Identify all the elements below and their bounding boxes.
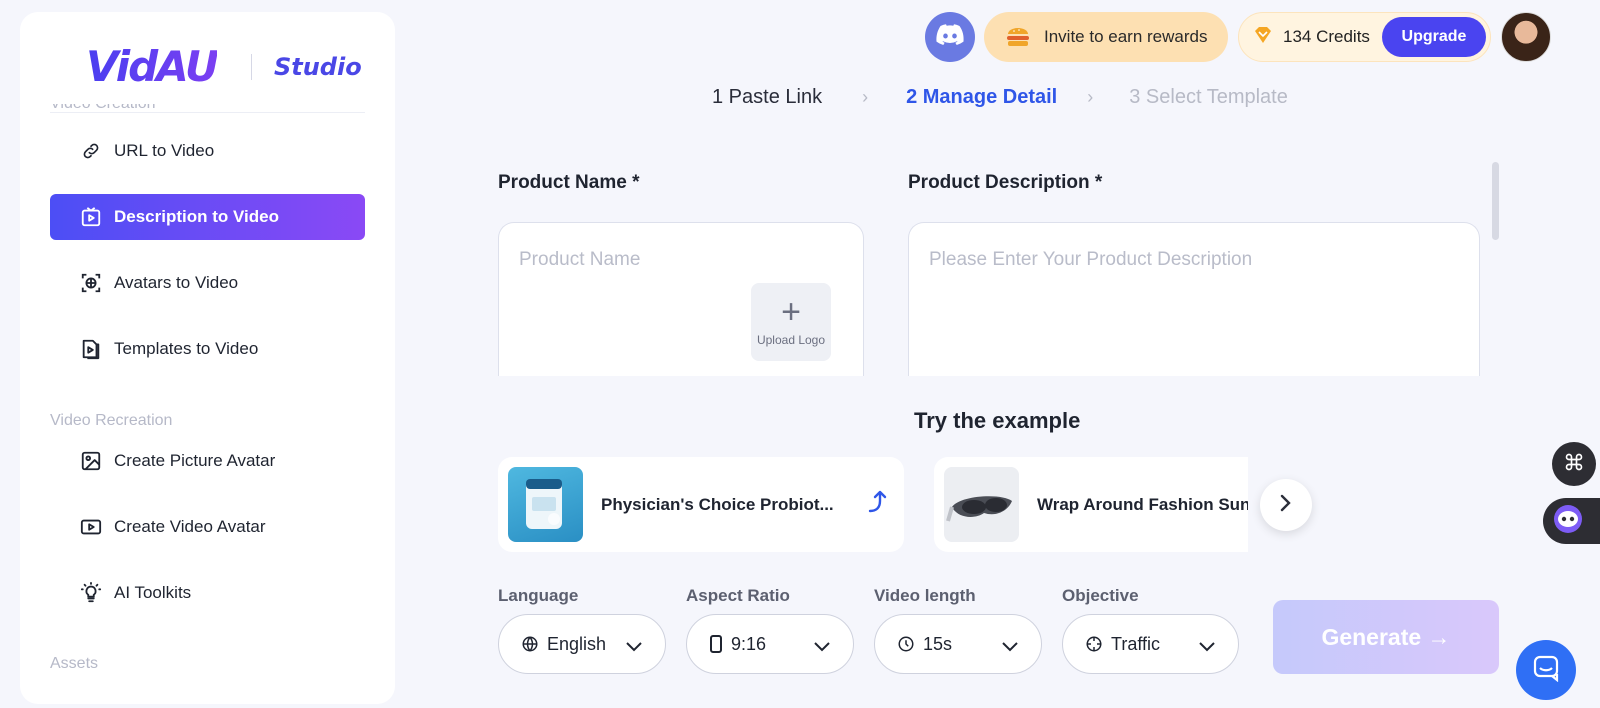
chevron-down-icon xyxy=(813,637,831,658)
phone-portrait-icon xyxy=(709,635,723,653)
section-label-assets: Assets xyxy=(50,655,99,672)
chevron-right-icon: › xyxy=(862,87,869,107)
brand-product: Studio xyxy=(273,52,362,81)
sidebar-item-create-picture-avatar[interactable]: Create Picture Avatar xyxy=(50,438,365,484)
discord-icon xyxy=(936,23,964,51)
sidebar-item-create-video-avatar[interactable]: Create Video Avatar xyxy=(50,504,365,550)
target-icon xyxy=(1085,635,1103,653)
chat-icon xyxy=(1532,654,1560,687)
aspect-ratio-label: Aspect Ratio xyxy=(686,586,790,605)
discord-button[interactable] xyxy=(925,12,975,62)
upload-logo-button[interactable]: + Upload Logo xyxy=(751,283,831,361)
video-length-select[interactable]: 15s xyxy=(874,614,1042,674)
product-name-input[interactable]: Product Name xyxy=(519,249,640,271)
objective-select[interactable]: Traffic xyxy=(1062,614,1239,674)
objective-value: Traffic xyxy=(1111,633,1161,654)
diamond-icon xyxy=(1253,26,1273,49)
sidebar-item-url-to-video[interactable]: URL to Video xyxy=(50,128,365,174)
generate-button[interactable]: Generate → xyxy=(1273,600,1499,674)
sidebar-item-label: AI Toolkits xyxy=(114,583,192,602)
support-chat-button[interactable] xyxy=(1516,640,1576,700)
step-paste-link[interactable]: 1 Paste Link xyxy=(712,86,822,109)
sidebar-item-label: Create Video Avatar xyxy=(114,517,266,536)
apps-menu-button[interactable] xyxy=(1552,442,1596,486)
sidebar-item-label: Avatars to Video xyxy=(114,273,239,292)
sidebar-item-label: Create Picture Avatar xyxy=(114,451,276,470)
avatar-scan-icon xyxy=(80,272,102,294)
chevron-down-icon xyxy=(625,637,643,658)
credits-count: 134 Credits xyxy=(1283,27,1370,46)
section-label-video-recreation: Video Recreation xyxy=(50,412,173,429)
invite-label: Invite to earn rewards xyxy=(1044,27,1208,46)
product-name-label: Product Name * xyxy=(498,172,640,193)
video-description-icon xyxy=(80,206,102,228)
sidebar-item-label: Description to Video xyxy=(114,207,279,226)
product-description-field[interactable]: Please Enter Your Product Description xyxy=(908,222,1480,376)
language-select[interactable]: English xyxy=(498,614,666,674)
image-icon xyxy=(80,450,102,472)
brand-name: VidAU xyxy=(86,42,219,91)
chevron-down-icon xyxy=(1001,637,1019,658)
product-description-label: Product Description * xyxy=(908,172,1103,193)
product-name-field[interactable]: Product Name + Upload Logo xyxy=(498,222,864,376)
credits-pill: 134 Credits Upgrade xyxy=(1238,12,1491,62)
bot-face-icon xyxy=(1553,504,1583,539)
sidebar-item-avatars-to-video[interactable]: Avatars to Video xyxy=(50,260,365,306)
example-carousel: Physician's Choice Probiot... Wrap Aroun… xyxy=(498,457,1248,552)
language-value: English xyxy=(547,633,607,654)
invite-rewards-button[interactable]: Invite to earn rewards xyxy=(984,12,1228,62)
carousel-next-button[interactable] xyxy=(1260,479,1312,531)
example-card[interactable]: Physician's Choice Probiot... xyxy=(498,457,904,552)
sidebar-item-label: Templates to Video xyxy=(114,339,259,358)
example-card[interactable]: Wrap Around Fashion Sunglasses xyxy=(934,457,1248,552)
clock-icon xyxy=(897,635,915,653)
assistant-bot-button[interactable] xyxy=(1543,498,1600,544)
sidebar-item-templates-to-video[interactable]: Templates to Video xyxy=(50,326,365,372)
video-length-value: 15s xyxy=(923,633,953,654)
gift-burger-icon xyxy=(1006,26,1030,48)
sidebar-item-description-to-video[interactable]: Description to Video xyxy=(50,194,365,240)
aspect-ratio-select[interactable]: 9:16 xyxy=(686,614,854,674)
template-icon xyxy=(80,338,102,360)
example-thumbnail xyxy=(508,467,583,542)
divider xyxy=(50,112,365,113)
user-avatar[interactable] xyxy=(1501,12,1551,62)
upgrade-button[interactable]: Upgrade xyxy=(1382,17,1486,57)
plus-icon: + xyxy=(781,293,801,331)
section-label-video-creation: Video Creation xyxy=(50,104,156,116)
globe-icon xyxy=(521,635,539,653)
objective-label: Objective xyxy=(1062,586,1139,605)
example-title: Physician's Choice Probiot... xyxy=(601,494,834,514)
step-progress: 1 Paste Link › 2 Manage Detail › 3 Selec… xyxy=(712,86,1288,109)
logo-separator xyxy=(250,53,252,80)
sidebar-item-ai-toolkits[interactable]: AI Toolkits xyxy=(50,570,365,616)
aspect-ratio-value: 9:16 xyxy=(731,633,767,654)
chevron-right-icon: › xyxy=(1087,87,1094,107)
command-icon xyxy=(1564,452,1584,477)
lightbulb-icon xyxy=(80,582,102,604)
example-thumbnail xyxy=(944,467,1019,542)
sidebar: VidAU Studio Video Creation URL to Video… xyxy=(20,12,395,704)
language-label: Language xyxy=(498,586,579,605)
video-length-label: Video length xyxy=(874,586,976,605)
step-select-template: 3 Select Template xyxy=(1129,86,1288,108)
share-arrow-icon[interactable] xyxy=(868,489,890,520)
brand-logo[interactable]: VidAU Studio xyxy=(86,42,362,91)
upload-logo-label: Upload Logo xyxy=(756,333,826,347)
chevron-right-icon xyxy=(1279,493,1293,518)
link-icon xyxy=(80,140,102,162)
step-manage-detail[interactable]: 2 Manage Detail xyxy=(906,86,1057,109)
sidebar-item-label: URL to Video xyxy=(114,141,215,160)
chevron-down-icon xyxy=(1198,637,1216,658)
form-scrollbar[interactable] xyxy=(1492,162,1499,240)
try-example-heading: Try the example xyxy=(914,408,1081,433)
play-box-icon xyxy=(80,516,102,538)
product-description-input[interactable]: Please Enter Your Product Description xyxy=(929,249,1252,271)
example-title: Wrap Around Fashion Sunglasses xyxy=(1037,494,1248,514)
